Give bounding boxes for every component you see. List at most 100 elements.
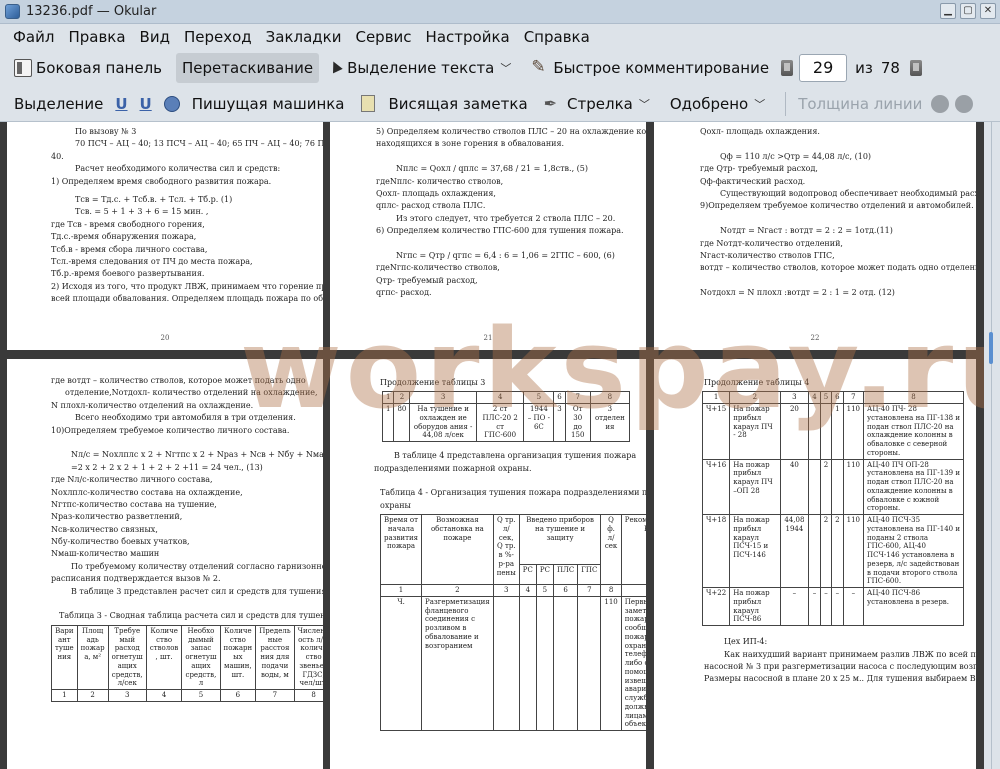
popup-note-tool-button[interactable]: Висящая заметка [383,89,534,119]
page-line: Тб.р.-время боевого развертывания. [51,269,205,279]
table-cell: 110 [842,403,865,460]
menu-settings[interactable]: Настройка [419,28,517,46]
page-line: подразделениями пожарной охраны. [374,463,532,473]
quick-comment-button[interactable]: Быстрое комментирование [525,53,775,83]
page-line: вотдт – количество стволов, которое може… [700,263,976,273]
table-cell: Q ф. л/сек [600,514,622,586]
arrow-tool-icon[interactable]: ✒ [544,94,557,113]
scrollbar-thumb[interactable] [989,332,993,364]
table-cell: Необхо дымый запас огнетуш ащих средств,… [181,624,221,691]
table-cell: 4 [475,391,525,405]
scrollbar-track[interactable] [991,122,992,769]
menu-edit[interactable]: Правка [61,28,132,46]
page-line: Nотдт = Nгаст : вотдт = 2 : 2 = 1отд.(11… [720,226,893,236]
page-line: где Nл/с-количество личного состава, [51,475,213,485]
stamp-tool-button[interactable]: Одобрено ﹀ [664,89,779,119]
popup-note-icon[interactable] [360,95,375,112]
page-line: насосной № 3 при разгерметизации насоса … [704,661,976,671]
page-line: 6) Определяем количество ГПС-600 для туш… [376,226,624,236]
document-page-25: Продолжение таблицы 4 1 2 3 4 5 6 7 8 Ч+… [654,359,976,769]
typewriter-tool-button[interactable]: Пишущая машинка [186,89,351,119]
page-text: Цех ИП-4: Как наихудший вариант принимае… [654,628,976,686]
sidebar-toggle-button[interactable]: Боковая панель [8,53,168,83]
table-cell [831,458,844,516]
menu-help[interactable]: Справка [517,28,597,46]
menu-go[interactable]: Переход [177,28,259,46]
table-cell: Количе ство пожарн ых машин, шт. [219,624,257,691]
page-line: где вотдт – количество стволов, которое … [51,376,306,385]
browse-tool-button[interactable]: Перетаскивание [176,53,320,83]
table-cell [552,595,579,732]
table-cell: 110 [600,595,622,732]
table-cell: 8 [863,391,964,405]
table-cell: На тушение и охлажден ие оборудов ания -… [409,403,477,443]
vertical-scrollbar[interactable] [984,122,1000,769]
next-page-icon[interactable] [909,60,922,76]
table-cell: 2 [819,458,833,516]
table-cell: ПЛС [552,564,579,586]
stamp-tool-label: Одобрено [669,94,749,113]
table-cell: На пожар прибыл караул ПСЧ-15 и ПСЧ-146 [729,514,781,589]
page-line: 1) Определяем время свободного развития … [51,176,272,186]
table-row: Ч+15 На пожар прибыл караул ПЧ - 28 20 1… [701,403,964,460]
table-cell: Площ адь пожар а, м² [76,624,109,691]
table-3: Вари ант туше ния Площ адь пожар а, м² Т… [51,624,323,702]
squiggle-underline-icon[interactable]: U [140,95,152,113]
table-row: 1 80 На тушение и охлажден ие оборудов а… [381,403,631,443]
line-width-label: Толщина линии [798,94,923,113]
page-line: qгпс- расход. [376,288,432,298]
page-line [654,275,976,287]
text-select-tool-button[interactable]: Выделение текста ﹀ [323,53,525,83]
table-cell: 1 [381,403,395,443]
menu-file[interactable]: Файл [6,28,61,46]
page-line: Nгаст-количество стволов ГПС, [700,250,835,260]
table-header-row: Время от начала развития пожара Возможна… [379,514,646,586]
menu-tools[interactable]: Сервис [348,28,418,46]
strikeout-icon[interactable] [163,95,180,112]
table-row: 1 2 3 4 5 6 7 8 [51,689,323,702]
previous-page-icon[interactable] [781,60,794,76]
minimize-button[interactable]: ▁ [940,3,956,19]
page-line: находящихся в зоне горения в обвалования… [376,139,565,149]
page-line: Nл/с = Nохлплс х 2 + Nгтпс х 2 + Nраз + … [71,450,323,460]
table-cell: 7 [255,689,295,702]
table-cell: РС [518,564,537,586]
menu-view[interactable]: Вид [133,28,177,46]
page-line: По требуемому количеству отделений согла… [71,561,323,571]
table-cell: Ч+16 [701,458,731,516]
page-line: Nсв-количество связных, [51,524,158,534]
page-number: 21 [483,334,493,343]
line-width-button[interactable]: Толщина линии [792,89,928,119]
table-cell: Время от начала развития пожара [379,514,423,586]
page-line: Qтр- требуемый расход, [376,275,478,285]
page-line: Как наихудший вариант принимаем разлив Л… [724,649,976,659]
table-cell: 20 [779,403,810,460]
chevron-down-icon[interactable]: ﹀ [500,60,511,76]
table-row: Ч+16 На пожар прибыл караул ПЧ –ОП 28 40… [701,458,964,516]
page-line: Цех ИП-4: [724,637,768,647]
opacity-icon[interactable] [955,94,974,113]
chevron-down-icon[interactable]: ﹀ [639,96,650,112]
document-viewport[interactable]: По вызову № 3 70 ПСЧ – АЦ – 40; 13 ПСЧ –… [0,122,984,769]
arrow-tool-button[interactable]: Стрелка ﹀ [561,89,664,119]
chevron-down-icon[interactable]: ﹀ [754,96,765,112]
page-line: 70 ПСЧ – АЦ – 40; 13 ПСЧ – АЦ – 40; 65 П… [75,139,323,149]
page-number-input[interactable]: 29 [799,54,848,82]
maximize-button[interactable]: ▢ [960,3,976,19]
text-select-label: Выделение текста [347,59,495,77]
text-cursor-icon [329,59,343,77]
color-picker-icon[interactable] [931,94,950,113]
window-title: 13236.pdf — Okular [26,4,157,19]
table-4: Время от начала развития пожара Возможна… [379,514,646,732]
okular-app-icon [5,4,20,19]
menubar: Файл Правка Вид Переход Закладки Сервис … [0,24,1000,50]
window-controls: ▁ ▢ ✕ [940,3,996,19]
arrow-tool-label: Стрелка [567,94,633,113]
table-row: Ч+22 На пожар прибыл караул ПСЧ-86 – – –… [701,587,964,627]
highlight-tool-button[interactable]: Выделение [8,89,109,119]
underline-icon[interactable]: U [115,95,127,113]
table-cell: 1 [51,689,78,702]
menu-bookmarks[interactable]: Закладки [259,28,349,46]
page-line: Qф = 110 л/с >Qтр = 44,08 л/с, (10) [720,151,872,161]
close-button[interactable]: ✕ [980,3,996,19]
